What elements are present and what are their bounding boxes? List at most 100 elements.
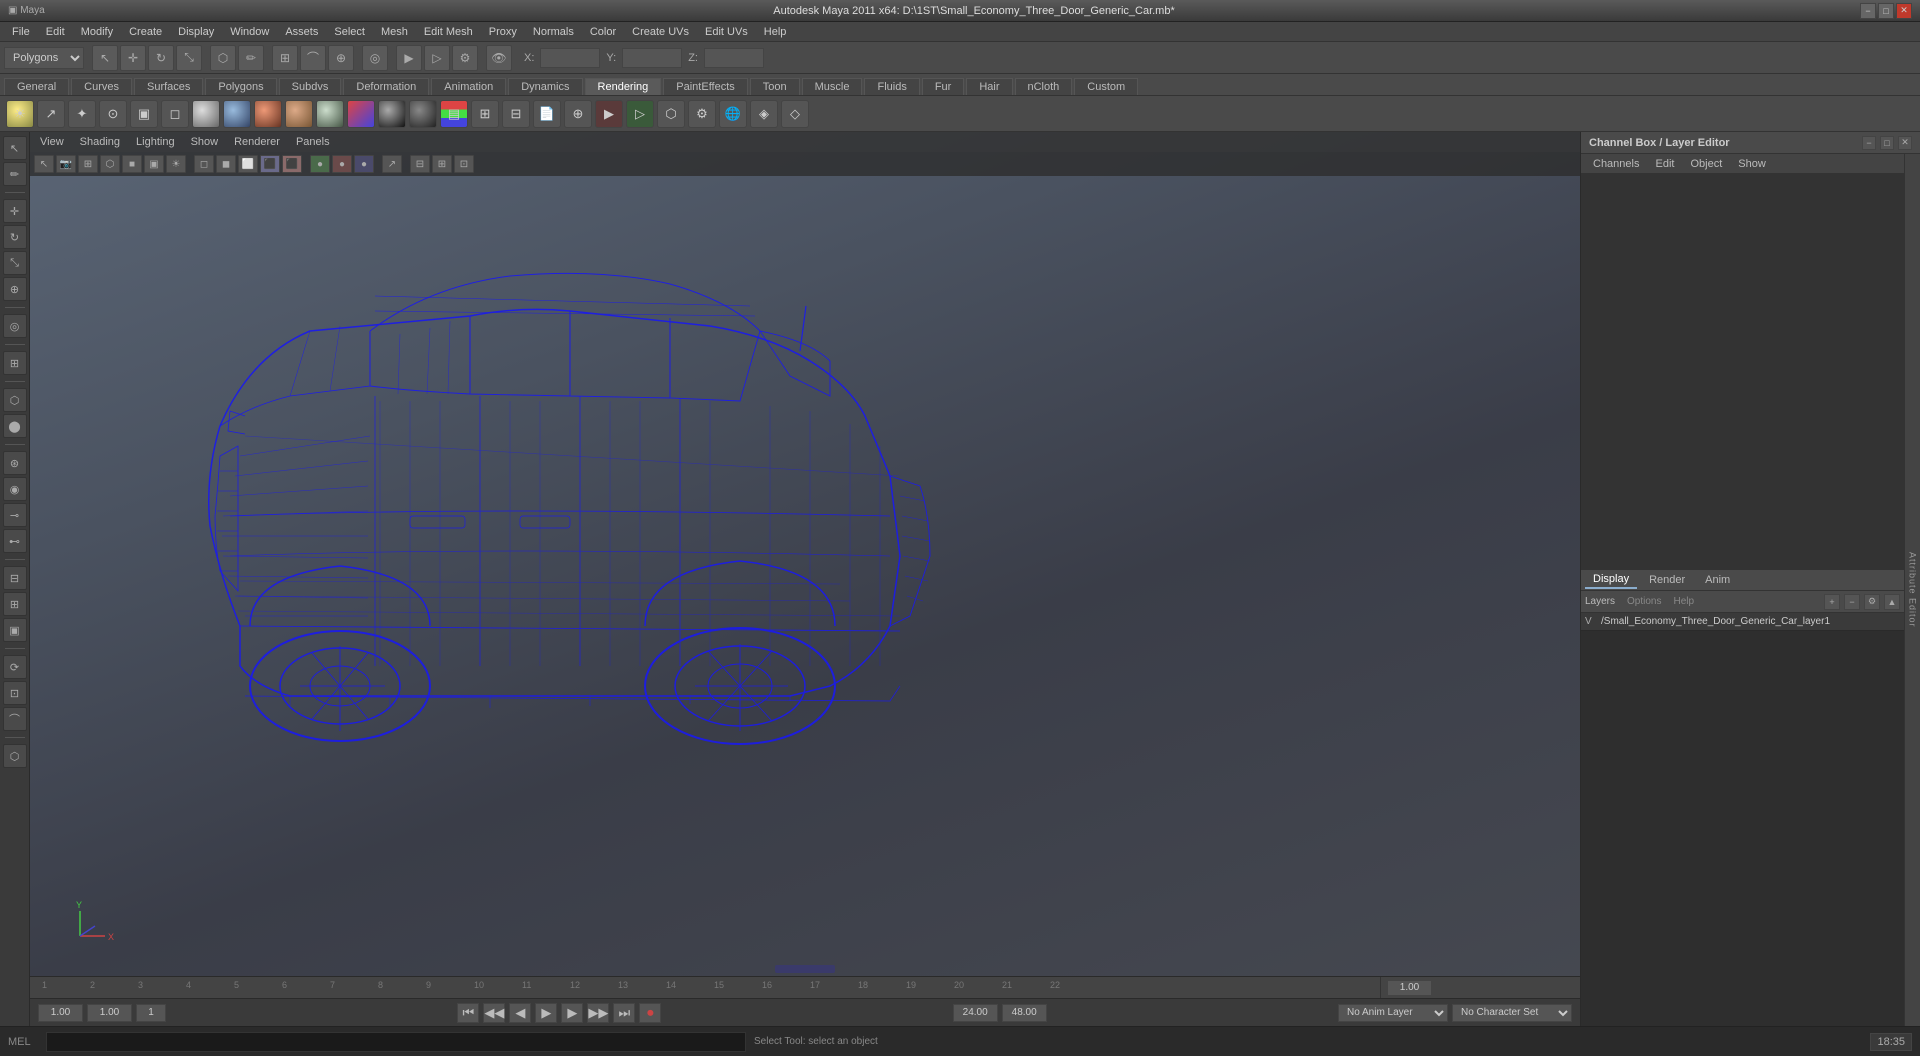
move-tool-left-btn[interactable]: ✛ (3, 199, 27, 223)
tab-fluids[interactable]: Fluids (864, 78, 919, 95)
shelf-icon-sphere-ramp[interactable] (347, 100, 375, 128)
ch-tab-show[interactable]: Show (1730, 156, 1774, 172)
polygon-mode-combo[interactable]: Polygons (4, 47, 84, 69)
lasso-tool-btn[interactable]: ⬡ (210, 45, 236, 71)
pb-key-input[interactable] (136, 1004, 166, 1022)
soft-select-btn[interactable]: ◎ (362, 45, 388, 71)
shelf-icon-area[interactable]: ▣ (130, 100, 158, 128)
y-coord-field[interactable] (622, 48, 682, 68)
paint-tool-btn[interactable]: ✏ (238, 45, 264, 71)
menu-normals[interactable]: Normals (525, 24, 582, 40)
shelf-icon-place2d[interactable]: ⊟ (502, 100, 530, 128)
vp-display1-btn[interactable]: ◻ (194, 155, 214, 173)
pb-record-btn[interactable]: ⏺ (639, 1003, 661, 1023)
tab-custom[interactable]: Custom (1074, 78, 1138, 95)
tab-subdvs[interactable]: Subdvs (279, 78, 342, 95)
timeline-content[interactable]: 1 2 3 4 5 6 7 8 9 10 11 12 13 14 15 16 1 (30, 977, 1380, 998)
shelf-icon-sphere-dark1[interactable] (378, 100, 406, 128)
tab-surfaces[interactable]: Surfaces (134, 78, 203, 95)
tab-polygons[interactable]: Polygons (205, 78, 276, 95)
shelf-icon-ramp-tex[interactable]: ▤ (440, 100, 468, 128)
shelf-icon-volume[interactable]: ◻ (161, 100, 189, 128)
tab-fur[interactable]: Fur (922, 78, 965, 95)
minimize-button[interactable]: − (1860, 3, 1876, 19)
menu-mesh[interactable]: Mesh (373, 24, 416, 40)
shelf-icon-checker[interactable]: ⊞ (471, 100, 499, 128)
layer3-left-btn[interactable]: ▣ (3, 618, 27, 642)
z-coord-field[interactable] (704, 48, 764, 68)
layer-options-btn[interactable]: ⚙ (1864, 594, 1880, 610)
close-button[interactable]: ✕ (1896, 3, 1912, 19)
shelf-icon-layer-tex[interactable]: ⊕ (564, 100, 592, 128)
ch-tab-edit[interactable]: Edit (1647, 156, 1682, 172)
cluster-btn[interactable]: ⊛ (3, 451, 27, 475)
ik-handle-btn[interactable]: ⊸ (3, 503, 27, 527)
vp-display5-btn[interactable]: ⬛ (282, 155, 302, 173)
shelf-icon-render[interactable]: ▶ (595, 100, 623, 128)
menu-create[interactable]: Create (121, 24, 170, 40)
snap-curve-btn[interactable]: ⌒ (300, 45, 326, 71)
bend-btn[interactable]: ⌒ (3, 707, 27, 731)
tl-current-frame-input[interactable] (1387, 980, 1432, 996)
menu-edit-mesh[interactable]: Edit Mesh (416, 24, 481, 40)
vp-shading-menu[interactable]: Shading (74, 134, 126, 150)
shelf-icon-ambient[interactable]: ☀ (6, 100, 34, 128)
ch-tab-channels[interactable]: Channels (1585, 156, 1647, 172)
attribute-editor-tab[interactable]: Attribute Editor (1904, 154, 1920, 1026)
vp-panels-btn[interactable]: ⊟ (410, 155, 430, 173)
scale-tool-btn[interactable]: ⤡ (176, 45, 202, 71)
show-manip-btn[interactable]: ⊞ (3, 351, 27, 375)
shelf-icon-mib1[interactable]: ◈ (750, 100, 778, 128)
vp-grid-btn[interactable]: ⊞ (78, 155, 98, 173)
vp-panels2-btn[interactable]: ⊞ (432, 155, 452, 173)
vp-view-menu[interactable]: View (34, 134, 70, 150)
tab-ncloth[interactable]: nCloth (1015, 78, 1073, 95)
soft-select-left-btn[interactable]: ◎ (3, 314, 27, 338)
pb-next-key-btn[interactable]: ▶▶ (587, 1003, 609, 1023)
cb-close-btn[interactable]: ✕ (1898, 136, 1912, 150)
vp-select-btn[interactable]: ↖ (34, 155, 54, 173)
lower-tab-render[interactable]: Render (1641, 572, 1693, 588)
shelf-icon-directional[interactable]: ↗ (37, 100, 65, 128)
shelf-icon-sphere-phong[interactable] (254, 100, 282, 128)
menu-display[interactable]: Display (170, 24, 222, 40)
x-coord-field[interactable] (540, 48, 600, 68)
menu-edit-uvs[interactable]: Edit UVs (697, 24, 756, 40)
shelf-icon-ipr[interactable]: ▷ (626, 100, 654, 128)
menu-create-uvs[interactable]: Create UVs (624, 24, 697, 40)
tab-hair[interactable]: Hair (966, 78, 1012, 95)
joint-btn[interactable]: ◉ (3, 477, 27, 501)
tab-toon[interactable]: Toon (750, 78, 800, 95)
menu-window[interactable]: Window (222, 24, 277, 40)
vp-display4-btn[interactable]: ⬛ (260, 155, 280, 173)
menu-modify[interactable]: Modify (73, 24, 121, 40)
snap-point-btn[interactable]: ⊕ (328, 45, 354, 71)
menu-select[interactable]: Select (326, 24, 373, 40)
show-hide-btn[interactable]: 👁 (486, 45, 512, 71)
tab-deformation[interactable]: Deformation (343, 78, 429, 95)
render-settings-btn[interactable]: ⚙ (452, 45, 478, 71)
tab-rendering[interactable]: Rendering (585, 78, 662, 95)
cb-float-btn[interactable]: □ (1880, 136, 1894, 150)
vp-color2-btn[interactable]: ● (332, 155, 352, 173)
shelf-icon-sphere-aniso[interactable] (316, 100, 344, 128)
snap-grid-btn[interactable]: ⊞ (272, 45, 298, 71)
layer-delete-btn[interactable]: − (1844, 594, 1860, 610)
layer2-left-btn[interactable]: ⊞ (3, 592, 27, 616)
shelf-icon-render-globals[interactable]: ⚙ (688, 100, 716, 128)
layer-up-btn[interactable]: ▲ (1884, 594, 1900, 610)
pb-go-start-btn[interactable]: ⏮ (457, 1003, 479, 1023)
pb-range-end-input[interactable] (1002, 1004, 1047, 1022)
shelf-icon-sphere-phongE[interactable] (285, 100, 313, 128)
tab-dynamics[interactable]: Dynamics (508, 78, 582, 95)
pb-play-btn[interactable]: ▶ (535, 1003, 557, 1023)
layer-left-btn[interactable]: ⊟ (3, 566, 27, 590)
ch-tab-object[interactable]: Object (1682, 156, 1730, 172)
select-mode-btn[interactable]: ↖ (3, 136, 27, 160)
shelf-icon-env[interactable]: 🌐 (719, 100, 747, 128)
render-view-btn[interactable]: ▶ (396, 45, 422, 71)
vp-panels-menu[interactable]: Panels (290, 134, 336, 150)
layer-add-btn[interactable]: + (1824, 594, 1840, 610)
pb-next-frame-btn[interactable]: ▶ (561, 1003, 583, 1023)
vp-camera-btn[interactable]: 📷 (56, 155, 76, 173)
